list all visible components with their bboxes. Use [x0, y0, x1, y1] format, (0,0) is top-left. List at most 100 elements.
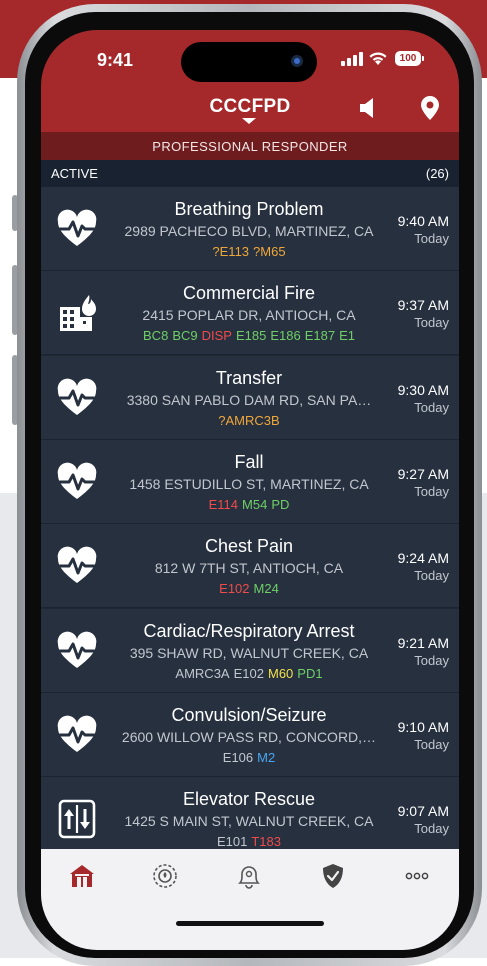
incident-time: 9:30 AM	[397, 381, 449, 398]
incident-units: E106 M2	[111, 750, 387, 765]
incident-row[interactable]: Transfer 3380 SAN PABLO DAM RD, SAN PA… ?A…	[41, 355, 459, 440]
unit-tag: T183	[251, 834, 281, 849]
unit-tag: E114	[208, 496, 239, 512]
incident-row[interactable]: Fall 1458 ESTUDILLO ST, MARTINEZ, CA E114 M…	[41, 439, 459, 524]
unit-tag: ?E113	[212, 244, 250, 259]
incident-title: Cardiac/Respiratory Arrest	[143, 620, 355, 641]
unit-tag: DISP	[201, 328, 232, 344]
tab-bar	[41, 849, 459, 950]
section-label: ACTIVE	[51, 166, 98, 181]
incident-units: AMRC3A E102 M60 PD1	[111, 666, 387, 681]
incident-time: 9:21 AM	[397, 634, 449, 651]
building-fire-icon	[60, 295, 96, 332]
more-dots-icon[interactable]	[402, 861, 432, 891]
phone-screen: 9:41 100 CCCFPD PROFESSIONAL RESPONDER A…	[41, 30, 459, 950]
incident-units: E101 T183	[111, 834, 387, 849]
agency-selector[interactable]: CCCFPD	[41, 96, 459, 118]
unit-tag: E101	[216, 834, 248, 849]
heart-pulse-icon	[57, 631, 97, 668]
incident-title: Breathing Problem	[174, 199, 324, 219]
incident-address: 2989 PACHECO BLVD, MARTINEZ, CA	[124, 223, 374, 239]
unit-tag: ?AMRC3B	[218, 412, 280, 428]
incident-day: Today	[414, 483, 449, 499]
cellular-signal-icon	[341, 52, 363, 66]
unit-tag: M24	[253, 581, 279, 597]
incident-row[interactable]: Commercial Fire 2415 POPLAR DR, ANTIOCH, …	[41, 271, 459, 356]
responder-role-bar: PROFESSIONAL RESPONDER	[41, 132, 459, 160]
incident-row[interactable]: Chest Pain 812 W 7TH ST, ANTIOCH, CA E102 M…	[41, 524, 459, 609]
unit-tag: E106	[222, 749, 254, 765]
unit-tag: E1	[339, 328, 355, 344]
home-indicator	[176, 921, 324, 926]
fire-badge-icon[interactable]	[150, 861, 180, 891]
incident-time: 9:37 AM	[397, 297, 449, 314]
incident-address: 2415 POPLAR DR, ANTIOCH, CA	[142, 307, 356, 324]
heart-pulse-icon	[57, 715, 97, 752]
heart-pulse-icon	[57, 209, 97, 246]
caret-down-icon[interactable]	[242, 118, 256, 124]
incident-units: E114 M54 PD	[111, 497, 387, 512]
location-pin-icon[interactable]	[419, 95, 441, 121]
incident-units: ?E113 ?M65	[111, 244, 387, 259]
unit-tag: E102	[219, 581, 250, 597]
incident-title: Transfer	[215, 367, 283, 388]
heart-pulse-icon	[57, 546, 97, 584]
unit-tag: E185	[235, 328, 267, 344]
incident-row[interactable]: Breathing Problem 2989 PACHECO BLVD, MART…	[41, 187, 459, 271]
incident-time: 9:07 AM	[397, 803, 449, 820]
unit-tag: BC8	[143, 328, 169, 344]
incident-day: Today	[414, 231, 449, 246]
incident-units: E102 M24	[111, 581, 387, 596]
speaker-icon[interactable]	[357, 96, 379, 120]
dynamic-island	[181, 42, 317, 82]
incident-address: 395 SHAW RD, WALNUT CREEK, CA	[129, 644, 369, 661]
incident-list[interactable]: Breathing Problem 2989 PACHECO BLVD, MART…	[41, 187, 459, 849]
incident-title: Chest Pain	[204, 536, 294, 557]
firehouse-icon[interactable]	[67, 861, 97, 891]
battery-indicator: 100	[395, 51, 421, 66]
unit-tag: M54	[242, 496, 268, 512]
incident-units: ?AMRC3B	[111, 413, 387, 428]
active-section-header: ACTIVE (26)	[41, 160, 459, 187]
incident-day: Today	[414, 821, 449, 837]
battery-tip	[422, 56, 424, 61]
heart-pulse-icon	[57, 378, 97, 415]
incident-address: 3380 SAN PABLO DAM RD, SAN PA…	[126, 391, 372, 408]
unit-tag: E102	[233, 665, 264, 681]
incident-time: 9:27 AM	[397, 465, 449, 482]
incident-address: 1458 ESTUDILLO ST, MARTINEZ, CA	[129, 475, 369, 492]
app-header: 9:41 100 CCCFPD	[41, 30, 459, 132]
unit-tag: AMRC3A	[175, 665, 230, 681]
shield-check-icon[interactable]	[318, 861, 348, 891]
wifi-icon	[369, 52, 387, 65]
status-time: 9:41	[97, 50, 134, 70]
incident-time: 9:24 AM	[397, 550, 449, 567]
incident-title: Elevator Rescue	[182, 789, 316, 810]
unit-tag: E186	[270, 328, 301, 344]
incident-count: (26)	[425, 166, 449, 181]
incident-time: 9:40 AM	[397, 213, 449, 229]
unit-tag: PD	[271, 496, 290, 512]
unit-tag: BC9	[172, 328, 198, 344]
unit-tag: ?M65	[253, 244, 286, 259]
incident-address: 2600 WILLOW PASS RD, CONCORD,…	[121, 728, 377, 745]
alert-bell-icon[interactable]	[234, 861, 264, 891]
elevator-icon	[58, 799, 96, 839]
incident-address: 1425 S MAIN ST, WALNUT CREEK, CA	[124, 813, 374, 830]
unit-tag: PD1	[297, 665, 323, 681]
incident-day: Today	[414, 568, 449, 584]
camera-icon	[291, 55, 303, 67]
incident-day: Today	[414, 315, 449, 331]
incident-title: Commercial Fire	[182, 283, 315, 304]
incident-row[interactable]: Elevator Rescue 1425 S MAIN ST, WALNUT CR…	[41, 777, 459, 849]
incident-title: Fall	[234, 451, 264, 472]
incident-title: Convulsion/Seizure	[171, 704, 327, 725]
incident-time: 9:10 AM	[397, 718, 449, 735]
incident-row[interactable]: Cardiac/Respiratory Arrest 395 SHAW RD, W…	[41, 608, 459, 693]
incident-row[interactable]: Convulsion/Seizure 2600 WILLOW PASS RD, C…	[41, 692, 459, 777]
incident-day: Today	[414, 399, 449, 415]
unit-tag: E187	[304, 328, 336, 344]
incident-units: BC8 BC9 DISP E185 E186 E187 E1	[111, 328, 387, 343]
incident-day: Today	[414, 652, 449, 668]
heart-pulse-icon	[57, 462, 97, 499]
